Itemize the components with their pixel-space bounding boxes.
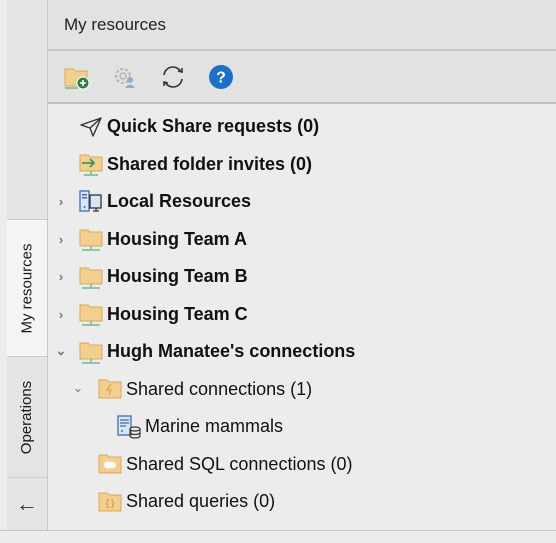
svg-text:{}: {}	[105, 499, 116, 509]
chevron-right-icon[interactable]: ›	[54, 269, 68, 284]
panel-header: My resources	[48, 0, 556, 51]
chevron-right-icon[interactable]: ›	[54, 194, 68, 209]
refresh-icon	[163, 65, 183, 88]
tree-item-housing-team-b[interactable]: › Housing Team B	[48, 258, 556, 296]
computer-icon	[78, 190, 104, 214]
tree-item-housing-team-c[interactable]: › Housing Team C	[48, 296, 556, 334]
resource-tree: Quick Share requests (0) Shared folder i…	[48, 104, 556, 521]
network-folder-icon	[78, 227, 104, 251]
network-folder-icon	[78, 265, 104, 289]
help-icon: ?	[209, 64, 233, 89]
tree-item-shared-folder-invites[interactable]: Shared folder invites (0)	[48, 146, 556, 184]
chevron-down-icon[interactable]: ⌄	[54, 343, 68, 361]
sql-folder-icon	[97, 452, 123, 476]
chevron-right-icon[interactable]: ›	[54, 232, 68, 247]
tree-item-label: Shared folder invites (0)	[107, 153, 313, 174]
folder-add-icon	[64, 68, 90, 89]
tree-item-shared-sql-connections[interactable]: Shared SQL connections (0)	[48, 446, 556, 484]
tree-item-label: Quick Share requests (0)	[107, 116, 320, 137]
new-folder-button[interactable]	[64, 64, 90, 90]
tree-item-quick-share[interactable]: Quick Share requests (0)	[48, 108, 556, 146]
chevron-down-icon[interactable]: ⌄	[71, 380, 85, 398]
collapse-sidebar-button[interactable]: ←	[7, 478, 47, 530]
refresh-button[interactable]	[160, 64, 186, 90]
tree-item-label: Shared connections (1)	[126, 378, 313, 399]
tree-item-housing-team-a[interactable]: › Housing Team A	[48, 221, 556, 259]
queries-folder-icon: {}	[97, 490, 123, 514]
tab-operations-label: Operations	[18, 380, 36, 454]
paper-plane-icon	[78, 115, 104, 139]
help-button[interactable]: ?	[208, 64, 234, 90]
sidebar: My resources Operations ←	[7, 0, 48, 530]
tree-item-marine-mammals[interactable]: Marine mammals	[48, 408, 556, 446]
network-folder-icon	[78, 340, 104, 364]
tree-item-label: Hugh Manatee's connections	[107, 341, 356, 362]
window-bottom-edge	[0, 530, 556, 543]
toolbar: ?	[48, 51, 556, 104]
arrow-left-icon: ←	[16, 491, 38, 516]
tree-item-label: Marine mammals	[145, 416, 284, 437]
tree-item-label: Local Resources	[107, 191, 252, 212]
network-folder-icon	[78, 302, 104, 326]
shared-folder-invite-icon	[78, 152, 104, 176]
tab-my-resources-label: My resources	[18, 242, 36, 334]
svg-text:?: ?	[216, 69, 226, 86]
tree-item-label: Housing Team B	[107, 266, 248, 287]
tree-item-label: Housing Team C	[107, 303, 248, 324]
settings-user-button[interactable]	[112, 64, 138, 90]
tree-item-label: Shared queries (0)	[126, 491, 276, 512]
tab-operations[interactable]: Operations	[7, 357, 47, 478]
gear-user-icon	[115, 67, 135, 88]
tree-item-shared-connections[interactable]: ⌄ Shared connections (1)	[48, 371, 556, 409]
tab-my-resources[interactable]: My resources	[7, 220, 47, 357]
tree-item-shared-queries[interactable]: {} Shared queries (0)	[48, 483, 556, 521]
tree-item-local-resources[interactable]: › Local Resources	[48, 183, 556, 221]
chevron-right-icon[interactable]: ›	[54, 307, 68, 322]
tree-item-hugh-manatee-connections[interactable]: ⌄ Hugh Manatee's connections	[48, 333, 556, 371]
sidebar-empty-area	[7, 0, 47, 220]
tree-item-label: Shared SQL connections (0)	[126, 453, 353, 474]
panel-title: My resources	[64, 14, 167, 34]
database-connection-icon	[116, 415, 142, 439]
tree-item-label: Housing Team A	[107, 228, 248, 249]
connections-folder-icon	[97, 377, 123, 401]
resources-panel: My resources ? Quick Share requests (0) …	[48, 0, 556, 530]
